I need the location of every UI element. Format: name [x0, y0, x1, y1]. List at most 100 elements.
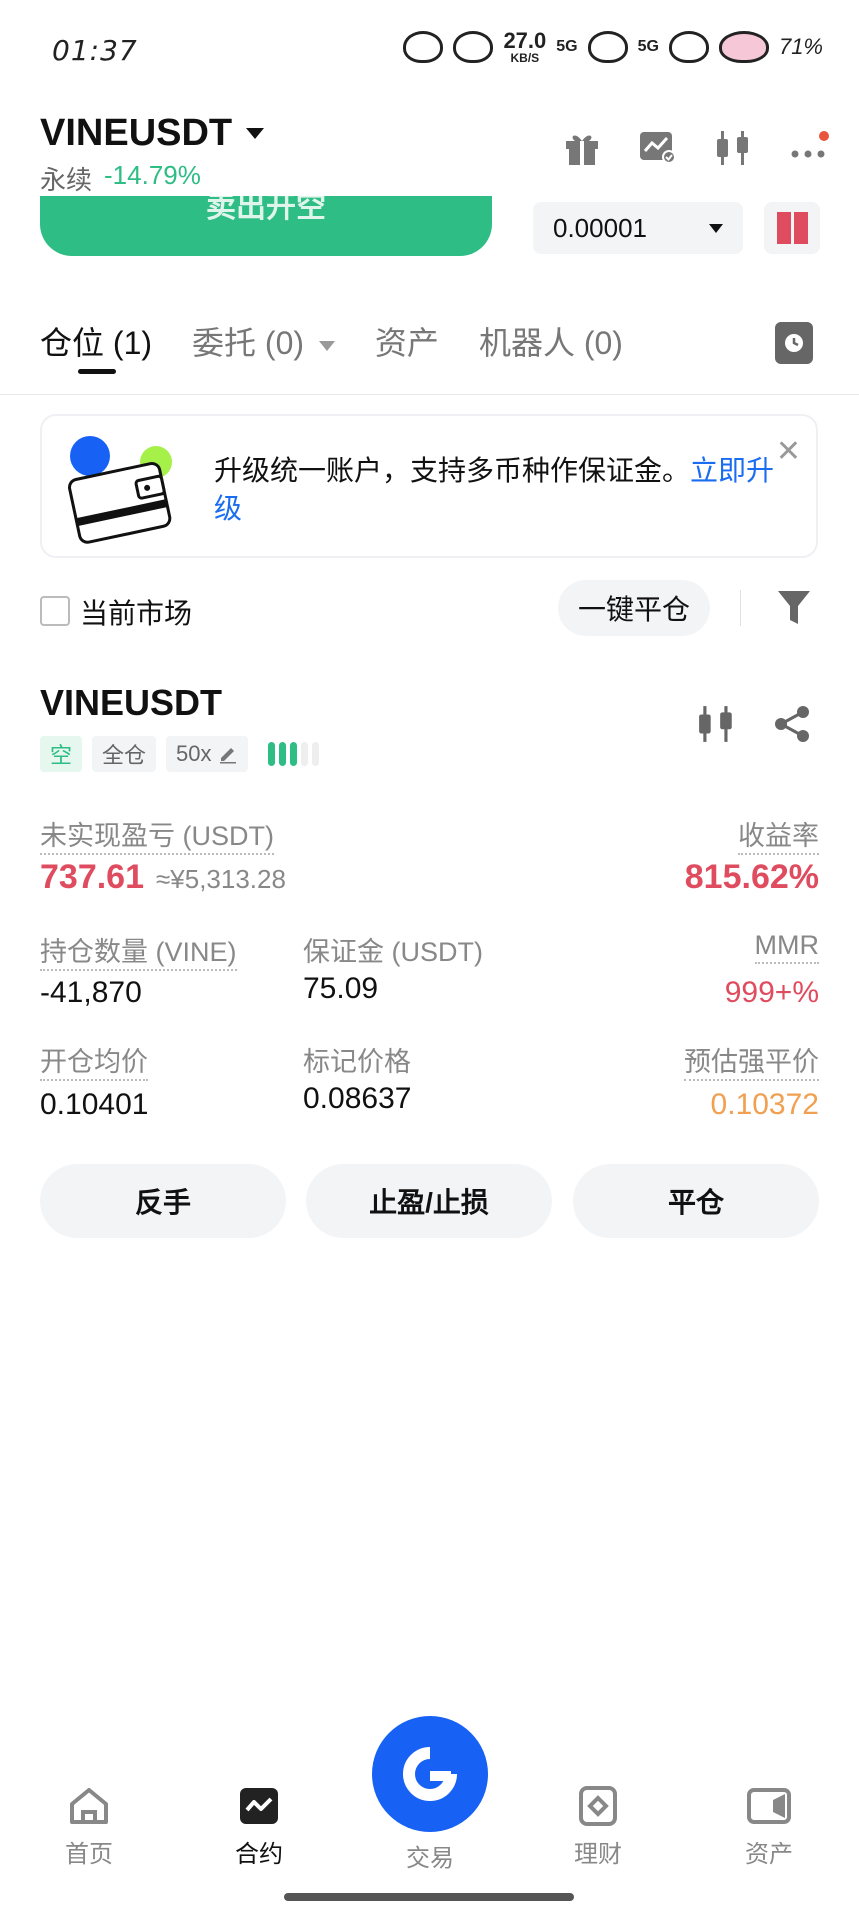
tp-sl-button[interactable]: 止盈/止损 — [306, 1164, 552, 1238]
symbol-selector[interactable]: VINEUSDT — [40, 112, 265, 155]
close-icon[interactable]: ✕ — [776, 434, 801, 469]
label-text: 开仓均价 — [40, 1047, 148, 1081]
label-text: 收益率 — [738, 821, 819, 855]
tab-label: 资产 — [374, 325, 439, 361]
edit-icon — [219, 748, 236, 764]
tab-positions[interactable]: 仓位 (1) — [40, 318, 153, 374]
tab-label: 机器人 — [478, 325, 575, 361]
position-tags: 空 全仓 50x — [40, 736, 319, 772]
margin-label: 保证金 (USDT) — [303, 930, 483, 969]
earn-icon — [579, 1786, 617, 1826]
candlestick-icon[interactable] — [713, 128, 755, 168]
sell-open-short-button[interactable]: 卖出开空 — [40, 196, 492, 256]
symbol-subtitle: 永续 -14.79% — [40, 160, 201, 197]
mark-price-value: 0.08637 — [303, 1082, 412, 1115]
current-market-checkbox[interactable] — [40, 596, 70, 626]
risk-level-bar — [278, 742, 286, 766]
orderbook-view-button[interactable] — [764, 202, 820, 254]
bunny-icon — [668, 31, 709, 63]
unrealized-pnl-value: 737.61 — [40, 858, 144, 896]
label-text: MMR — [754, 930, 819, 964]
reverse-button[interactable]: 反手 — [40, 1164, 286, 1238]
battery-level: 71% — [778, 34, 823, 59]
bunny-icon — [587, 31, 628, 63]
roe-label[interactable]: 收益率 — [738, 814, 819, 855]
label-text: 未实现盈亏 (USDT) — [40, 821, 274, 855]
unrealized-pnl-label[interactable]: 未实现盈亏 (USDT) — [40, 814, 274, 855]
network-speed-unit: KB/S — [510, 51, 540, 65]
network-speed-value: 27.0 — [503, 28, 547, 53]
candlestick-icon[interactable] — [697, 704, 737, 749]
risk-level-bar — [300, 742, 308, 766]
nav-futures[interactable]: 合约 — [204, 1786, 314, 1869]
status-time: 01:37 — [52, 34, 138, 67]
label-text: 标记价格 — [303, 1047, 411, 1077]
trade-logo-icon — [403, 1747, 457, 1801]
banner-message: 升级统一账户，支持多币种作保证金。 — [214, 455, 691, 486]
mark-price-label: 标记价格 — [303, 1040, 411, 1079]
position-size-label[interactable]: 持仓数量 (VINE) — [40, 930, 237, 971]
home-indicator[interactable] — [284, 1893, 574, 1901]
risk-level-bar — [311, 742, 319, 766]
gift-icon[interactable] — [561, 128, 603, 168]
tab-count: (1) — [112, 325, 153, 361]
tab-count: (0) — [583, 325, 623, 361]
nav-trade-button[interactable] — [372, 1716, 488, 1832]
tab-orders[interactable]: 委托 (0) — [192, 318, 335, 364]
liquidation-price-label[interactable]: 预估强平价 — [684, 1040, 819, 1081]
futures-icon — [240, 1788, 278, 1824]
risk-level-bars — [267, 742, 319, 766]
entry-price-value: 0.10401 — [40, 1088, 149, 1121]
filter-icon[interactable] — [776, 588, 812, 633]
divider — [740, 590, 741, 626]
close-position-button[interactable]: 平仓 — [573, 1164, 819, 1238]
chevron-down-icon — [709, 223, 723, 233]
share-icon[interactable] — [773, 704, 813, 749]
network-speed: 27.0 KB/S — [503, 28, 547, 65]
more-icon[interactable] — [789, 128, 831, 168]
tab-bots[interactable]: 机器人 (0) — [479, 318, 623, 364]
margin-mode-tag: 全仓 — [92, 736, 157, 772]
header-actions — [561, 128, 831, 168]
unrealized-pnl-cny: ≈¥5,313.28 — [156, 864, 286, 894]
signal-5g-1: 5G — [556, 38, 578, 55]
wallet-nav-icon — [747, 1788, 791, 1824]
close-all-button[interactable]: 一键平仓 — [558, 580, 710, 636]
position-symbol[interactable]: VINEUSDT — [40, 682, 222, 724]
risk-level-bar — [267, 742, 275, 766]
bunny-icon — [403, 31, 444, 63]
quantity-precision-select[interactable]: 0.00001 — [533, 202, 743, 254]
leverage-tag[interactable]: 50x — [166, 736, 248, 772]
tab-count: (0) — [264, 325, 305, 361]
position-size-value: -41,870 — [40, 976, 142, 1009]
signal-5g-2: 5G — [637, 38, 659, 55]
liquidation-price-value: 0.10372 — [710, 1088, 819, 1121]
nav-home[interactable]: 首页 — [34, 1786, 144, 1869]
position-actions — [697, 704, 813, 749]
risk-level-bar — [289, 742, 297, 766]
label-text: 持仓数量 (VINE) — [40, 937, 237, 971]
label-text: 保证金 (USDT) — [303, 937, 483, 967]
tab-assets[interactable]: 资产 — [375, 318, 439, 364]
contract-type: 永续 — [40, 165, 93, 195]
chart-check-icon[interactable] — [637, 128, 679, 168]
chevron-down-icon — [318, 340, 335, 351]
chevron-down-icon — [246, 128, 265, 139]
mmr-label[interactable]: MMR — [754, 930, 819, 964]
nav-assets[interactable]: 资产 — [714, 1786, 824, 1869]
entry-price-label[interactable]: 开仓均价 — [40, 1040, 148, 1081]
symbol-name: VINEUSDT — [40, 112, 233, 154]
divider — [0, 394, 859, 395]
home-icon — [70, 1788, 108, 1824]
history-icon[interactable] — [775, 322, 813, 364]
position-tabs: 仓位 (1) 委托 (0) 资产 机器人 (0) — [40, 318, 623, 374]
nav-label: 首页 — [65, 1841, 113, 1868]
battery-icon — [718, 31, 769, 63]
orderbook-red-bar — [793, 212, 808, 244]
nav-earn[interactable]: 理财 — [543, 1786, 653, 1869]
label-text: 预估强平价 — [684, 1047, 819, 1081]
bunny-icon — [453, 31, 494, 63]
nav-label: 合约 — [235, 1841, 283, 1868]
quantity-precision-value: 0.00001 — [553, 212, 647, 243]
price-change: -14.79% — [104, 160, 201, 190]
